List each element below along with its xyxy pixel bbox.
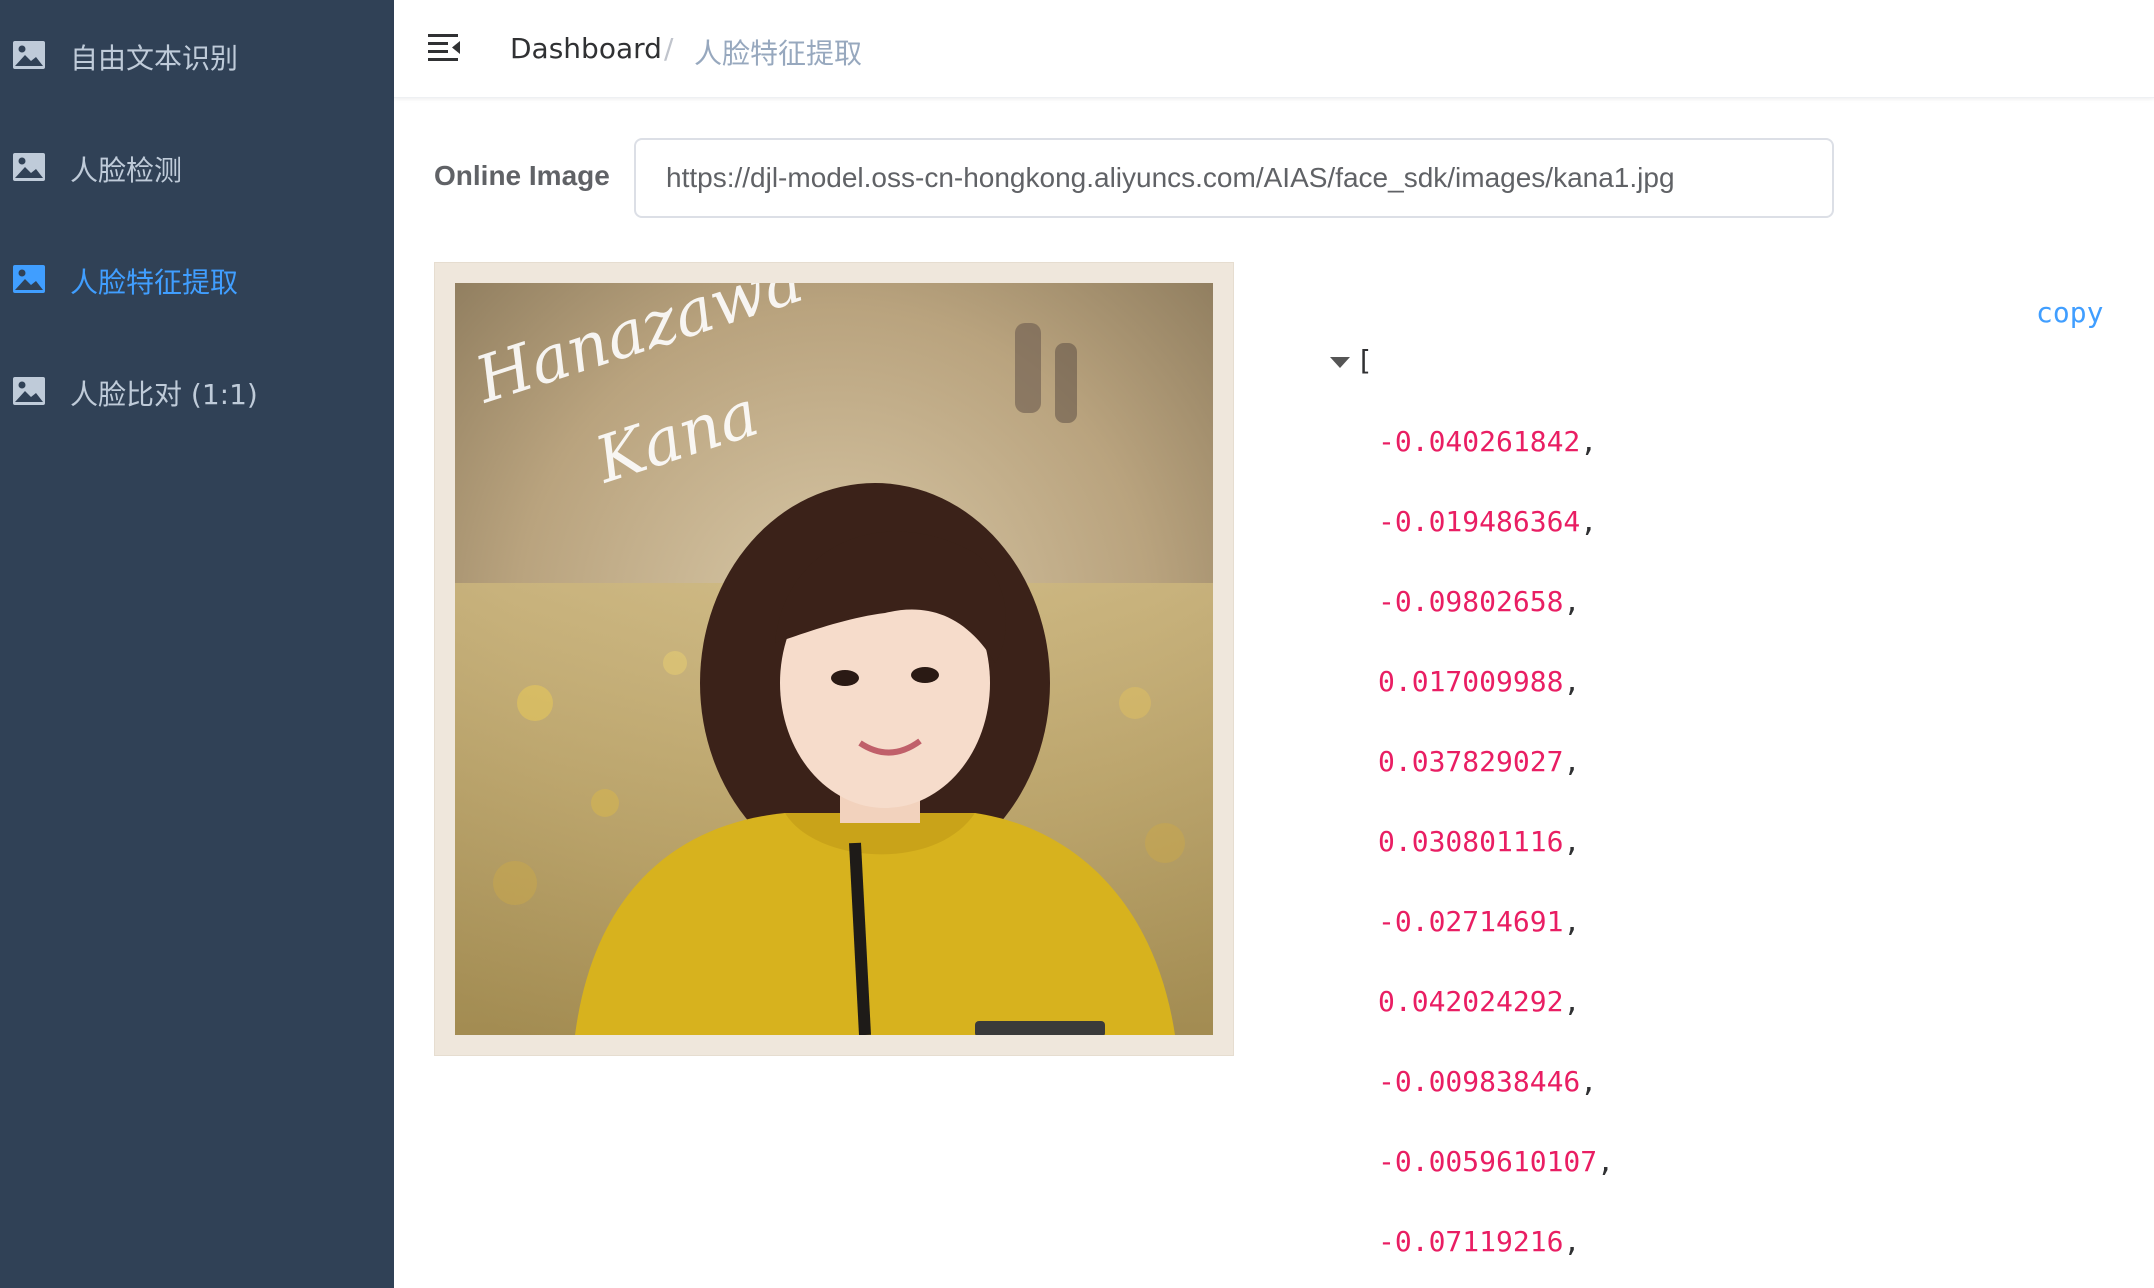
json-value-row: 0.017009988, [1378,664,1614,744]
copy-button[interactable]: copy [2036,296,2103,329]
sidebar: 自由文本识别 人脸检测 人脸特征提取 人脸比对 (1:1) [0,0,394,1288]
json-comma: , [1580,1065,1598,1098]
json-number: -0.02714691 [1378,905,1564,938]
json-value-row: -0.019486364, [1378,504,1614,584]
json-number: -0.040261842 [1378,425,1581,458]
json-number: -0.009838446 [1378,1065,1581,1098]
json-comma: , [1580,425,1598,458]
json-value-row: -0.0059610107, [1378,1144,1614,1224]
json-number: 0.037829027 [1378,745,1564,778]
sidebar-item-label: 人脸特征提取 [70,266,239,299]
image-url-input[interactable] [634,138,1834,218]
json-comma: , [1563,825,1581,858]
json-comma: , [1563,1225,1581,1258]
sidebar-item-face-comparison[interactable]: 人脸比对 (1:1) [0,336,394,448]
menu-fold-icon[interactable] [428,32,462,62]
json-number: -0.09802658 [1378,585,1564,618]
sidebar-item-label: 人脸检测 [70,154,183,187]
json-comma: , [1563,665,1581,698]
sidebar-item-label: 自由文本识别 [70,42,239,75]
json-number: 0.030801116 [1378,825,1564,858]
face-photo: Hanazawa Kana [455,283,1213,1035]
json-value-row: 0.037829027, [1378,744,1614,824]
json-comma: , [1563,905,1581,938]
json-comma: , [1580,505,1598,538]
json-value-row: -0.07119216, [1378,1224,1614,1288]
json-value-row: -0.040261842, [1378,424,1614,504]
app-root: 自由文本识别 人脸检测 人脸特征提取 人脸比对 (1:1) Dashboard … [0,0,2154,1288]
json-number: 0.017009988 [1378,665,1564,698]
json-comma: , [1563,585,1581,618]
navbar: Dashboard / 人脸特征提取 [394,0,2154,98]
json-value-row: 0.030801116, [1378,824,1614,904]
json-number: -0.07119216 [1378,1225,1564,1258]
json-values-list: -0.040261842, -0.019486364, -0.09802658,… [1378,424,1614,1288]
breadcrumb-current: 人脸特征提取 [694,37,863,70]
face-photo-illustration: Hanazawa Kana [455,283,1213,1035]
json-number: -0.019486364 [1378,505,1581,538]
json-comma: , [1563,745,1581,778]
sidebar-item-label: 人脸比对 (1:1) [70,378,258,411]
json-comma: , [1597,1145,1615,1178]
breadcrumb-home[interactable]: Dashboard [510,32,662,65]
image-icon [13,41,45,69]
sidebar-item-face-feature-extraction[interactable]: 人脸特征提取 [0,224,394,336]
json-open-bracket: [ [1356,344,1373,377]
json-comma: , [1563,985,1581,1018]
json-number: 0.042024292 [1378,985,1564,1018]
image-icon [13,153,45,181]
json-number: -0.0059610107 [1378,1145,1598,1178]
online-image-label: Online Image [434,160,610,191]
collapse-caret-icon[interactable] [1328,354,1352,370]
breadcrumb-separator: / [664,32,674,65]
image-icon [13,377,45,405]
json-value-row: 0.042024292, [1378,984,1614,1064]
sidebar-item-face-detection[interactable]: 人脸检测 [0,112,394,224]
json-value-row: -0.09802658, [1378,584,1614,664]
image-frame: Hanazawa Kana [434,262,1234,1056]
json-value-row: -0.02714691, [1378,904,1614,984]
image-icon [13,265,45,293]
json-value-row: -0.009838446, [1378,1064,1614,1144]
sidebar-item-text-recognition[interactable]: 自由文本识别 [0,0,394,112]
